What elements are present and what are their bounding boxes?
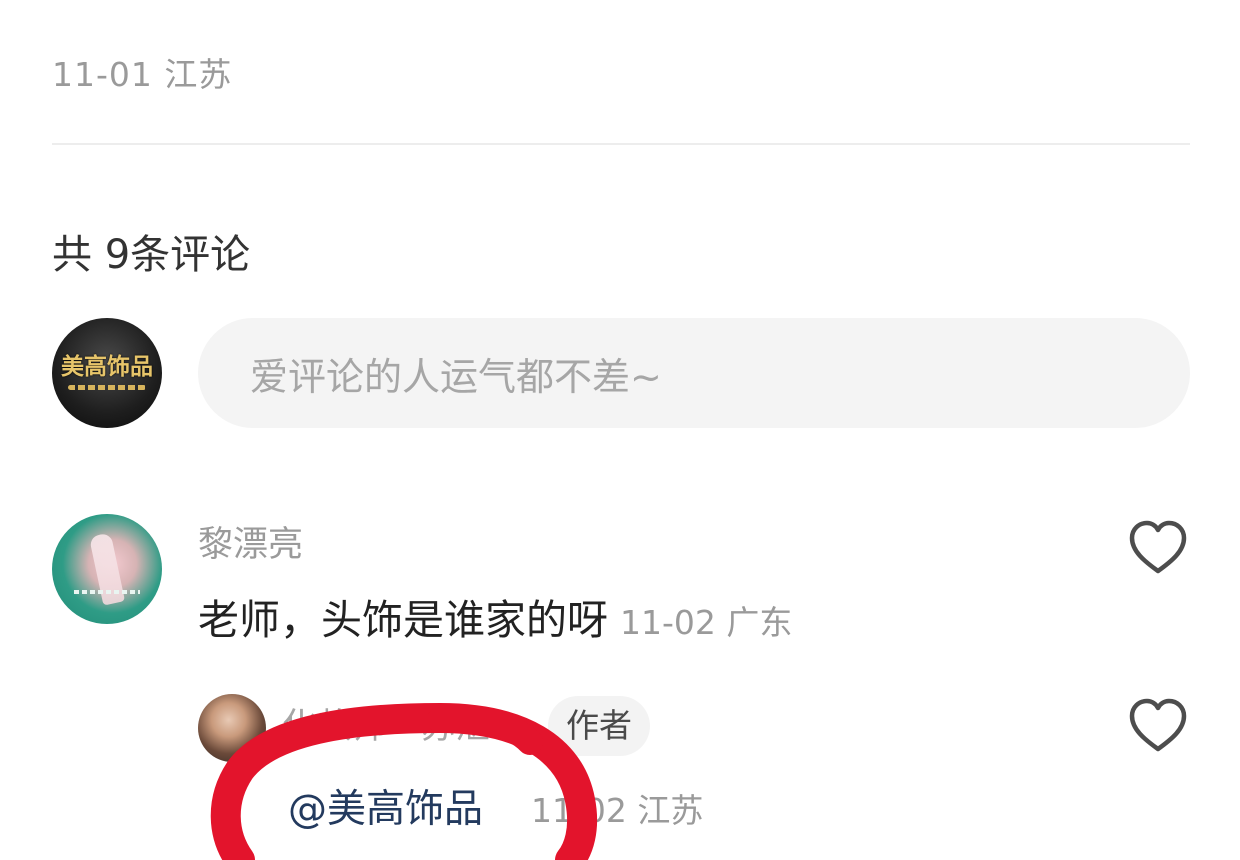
avatar-logo-text: 美高饰品 (61, 354, 153, 380)
author-badge: 作者 (548, 696, 650, 756)
avatar-caption (74, 590, 140, 594)
comment-text: 老师，头饰是谁家的呀 (198, 596, 608, 644)
post-date-location: 11-01 江苏 (52, 55, 233, 94)
reply-date-location: 11-02 江苏 (531, 791, 704, 830)
comment-input[interactable]: 爱评论的人运气都不差~ (198, 318, 1190, 428)
heart-outline-icon[interactable] (1126, 694, 1190, 758)
mention-link[interactable]: @美高饰品 (288, 787, 483, 832)
current-user-avatar[interactable]: 美高饰品 (52, 318, 162, 428)
divider (52, 143, 1190, 145)
comment-date-location: 11-02 广东 (620, 603, 793, 642)
heart-outline-icon[interactable] (1126, 516, 1190, 580)
commenter-name[interactable]: 黎漂亮 (198, 516, 303, 567)
avatar-illustration (88, 532, 126, 606)
commenter-avatar[interactable] (52, 514, 162, 624)
comment-input-placeholder: 爱评论的人运气都不差~ (250, 354, 662, 399)
comment-body[interactable]: 老师，头饰是谁家的呀 11-02 广东 (198, 594, 792, 655)
avatar-logo-subtitle (68, 385, 146, 390)
reply-author-name[interactable]: 化妆师 · 苏湛 (282, 698, 490, 749)
reply-body[interactable]: @美高饰品 11-02 江苏 (288, 786, 703, 841)
comment-count-label: 共 9条评论 (52, 232, 251, 278)
reply-author-avatar[interactable] (198, 694, 266, 762)
